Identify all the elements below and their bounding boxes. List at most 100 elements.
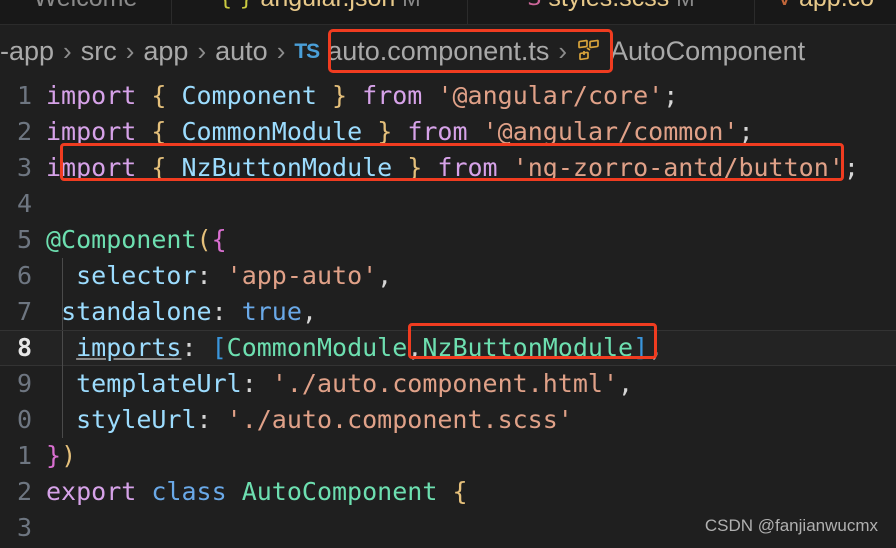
chevron-right-icon: › (125, 36, 135, 66)
token-decorator-component: @Component (46, 225, 197, 254)
token-semicolon: ; (843, 153, 859, 182)
token-string-ngzorro: 'ng-zorro-antd/button' (512, 153, 844, 182)
token-keyword-import: import (46, 153, 137, 182)
token-property-imports: imports (76, 333, 182, 362)
tab-app-component-label: app.co (799, 0, 874, 11)
chevron-right-icon: › (63, 36, 72, 66)
token-keyword-import: import (46, 81, 137, 110)
token-string-scss: './auto.component.scss' (226, 405, 573, 434)
token-property-selector: selector (76, 261, 197, 290)
tab-welcome-label: Welcome (34, 0, 138, 11)
code-line: 4 (0, 186, 896, 222)
code-text: import { Component } from '@angular/core… (46, 78, 678, 114)
token-semicolon: ; (738, 117, 754, 146)
token-colon: : (181, 333, 197, 362)
token-keyword-class: class (151, 477, 227, 506)
line-number: 1 (16, 441, 32, 470)
token-lbracket: [ (211, 333, 227, 362)
code-line: 9 templateUrl: './auto.component.html', (0, 366, 896, 402)
token-keyword-from: from (437, 153, 498, 182)
code-line-current: 8 imports: [CommonModule,NzButtonModule]… (0, 330, 896, 367)
token-property-styleurl: styleUrl (76, 405, 197, 434)
token-boolean-true: true (241, 297, 302, 326)
code-text: templateUrl: './auto.component.html', (46, 366, 633, 402)
line-number: 9 (16, 369, 32, 398)
token-brace: } (407, 153, 423, 182)
line-number: 5 (16, 225, 32, 254)
component-symbol-icon (576, 39, 602, 65)
code-line: 1 import { Component } from '@angular/co… (0, 78, 896, 114)
token-identifier-component: Component (181, 81, 317, 110)
token-colon: : (241, 369, 257, 398)
token-rbracket: ] (633, 333, 649, 362)
code-line: 2 import { CommonModule } from '@angular… (0, 114, 896, 150)
breadcrumb-item-auto[interactable]: auto (215, 36, 268, 67)
token-brace: { (151, 153, 167, 182)
line-number: 7 (16, 297, 32, 326)
token-string-appauto: 'app-auto' (226, 261, 378, 290)
code-text: import { NzButtonModule } from 'ng-zorro… (46, 150, 859, 186)
token-string-core: '@angular/core' (437, 81, 664, 110)
token-keyword-import: import (46, 117, 137, 146)
line-number: 4 (16, 189, 32, 218)
code-line: 5 @Component({ (0, 222, 896, 258)
token-comma: , (301, 297, 317, 326)
token-rbrace: } (46, 441, 62, 470)
code-line: 2 export class AutoComponent { (0, 474, 896, 510)
line-number: 8 (16, 333, 32, 362)
code-text: imports: [CommonModule,NzButtonModule], (46, 330, 663, 366)
breadcrumb-item-project[interactable]: -app (0, 36, 54, 67)
line-number: 1 (16, 81, 32, 110)
breadcrumb-item-src[interactable]: src (81, 36, 117, 67)
code-line: 7 standalone: true, (0, 294, 896, 350)
breadcrumb-item-symbol[interactable]: AutoComponent (576, 36, 805, 67)
code-text: @Component({ (46, 222, 227, 258)
code-editor[interactable]: 1 import { Component } from '@angular/co… (0, 78, 896, 548)
token-classname-autocomponent: AutoComponent (241, 477, 438, 506)
token-semicolon: ; (663, 81, 679, 110)
token-string-html: './auto.component.html' (271, 369, 618, 398)
breadcrumb-symbol-label: AutoComponent (610, 36, 806, 66)
code-line: 3 import { NzButtonModule } from 'ng-zor… (0, 150, 896, 186)
tab-styles-scss-label: styles.scss (548, 0, 669, 11)
token-string-common: '@angular/common' (482, 117, 739, 146)
token-lbrace: { (452, 477, 468, 506)
token-identifier-commonmodule: CommonModule (226, 333, 408, 362)
tab-styles-scss[interactable]: S styles.scss M (468, 0, 755, 24)
line-number: 3 (16, 153, 32, 182)
token-brace: } (332, 81, 348, 110)
breadcrumb-file-label: auto.component.ts (327, 36, 550, 66)
token-comma: , (377, 261, 393, 290)
json-file-icon: { } (218, 0, 253, 10)
token-comma: , (648, 333, 664, 362)
line-number: 2 (16, 477, 32, 506)
token-rparen: ) (61, 441, 77, 470)
code-line: 1 }) (0, 438, 896, 474)
code-text: }) (46, 438, 76, 474)
code-content[interactable]: 1 import { Component } from '@angular/co… (0, 78, 896, 548)
code-text: selector: 'app-auto', (46, 258, 392, 294)
chevron-right-icon: › (197, 36, 207, 66)
line-number: 6 (16, 261, 32, 290)
token-colon: : (196, 261, 212, 290)
token-keyword-from: from (407, 117, 468, 146)
tab-angular-json-label: angular.json (260, 0, 395, 11)
chevron-right-icon: › (276, 36, 286, 66)
token-identifier-nzbuttonmodule: NzButtonModule (181, 153, 393, 182)
token-lparen: ( (196, 225, 212, 254)
lightbulb-quickfix-icon[interactable] (62, 299, 201, 350)
tab-angular-json[interactable]: { } angular.json M (172, 0, 468, 24)
html-file-icon: V (777, 0, 792, 10)
breadcrumb-item-file[interactable]: TS auto.component.ts (294, 36, 549, 67)
code-text: styleUrl: './auto.component.scss' (46, 402, 573, 438)
breadcrumb-item-app[interactable]: app (143, 36, 188, 67)
tab-app-component[interactable]: V app.co (755, 0, 896, 24)
token-identifier-nzbuttonmodule: NzButtonModule (422, 333, 634, 362)
token-comma: , (407, 333, 423, 362)
breadcrumb: -app › src › app › auto › TS auto.compon… (0, 25, 896, 78)
tab-welcome[interactable]: Welcome (0, 0, 172, 24)
token-comma: , (618, 369, 634, 398)
code-text: standalone: true, (46, 294, 317, 330)
code-line: 6 selector: 'app-auto', (0, 258, 896, 294)
tab-styles-scss-dirty-indicator: M (676, 0, 694, 12)
